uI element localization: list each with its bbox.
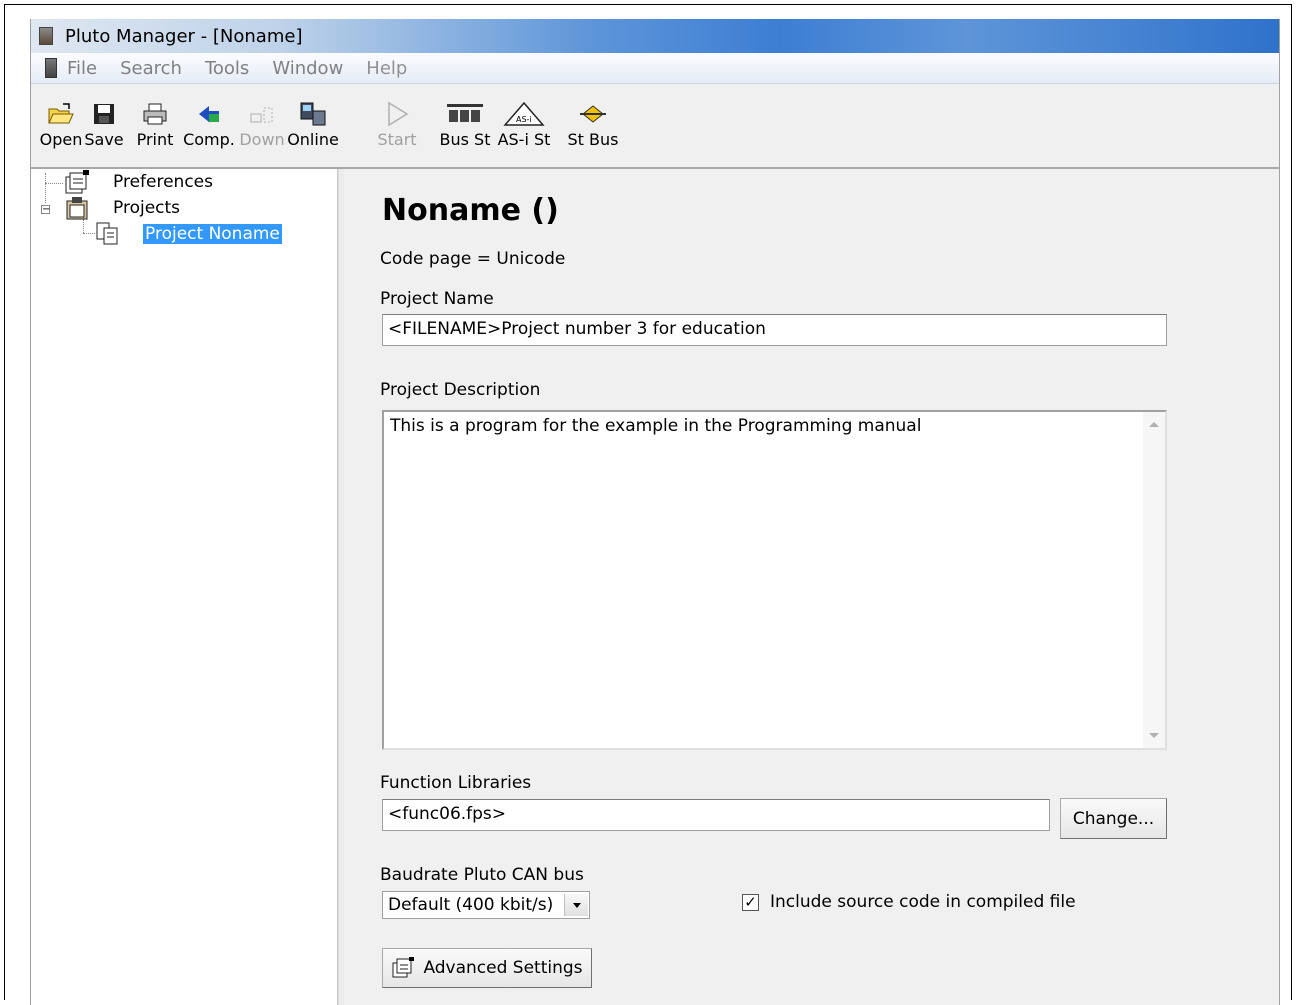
- open-label: Open: [39, 130, 83, 149]
- app-icon: [39, 27, 53, 45]
- open-button[interactable]: Open: [39, 98, 83, 149]
- projects-icon: [66, 197, 88, 220]
- tree-item-projects[interactable]: Projects: [63, 195, 180, 221]
- play-icon: [371, 98, 423, 130]
- projects-label: Projects: [113, 198, 181, 218]
- settings-icon: [392, 957, 415, 978]
- tree-connector: [83, 233, 95, 234]
- screenshot-frame: Pluto Manager - [Noname] File Search Too…: [4, 4, 1292, 1005]
- compile-button[interactable]: Comp.: [183, 98, 235, 149]
- change-button[interactable]: Change...: [1060, 798, 1167, 839]
- include-source-checkbox[interactable]: ✓: [742, 894, 759, 911]
- toolbar: Open Save Print Comp. Down Online Start …: [31, 84, 1279, 167]
- menu-bar: File Search Tools Window Help: [31, 53, 1279, 84]
- project-properties-panel: Noname () Code page = Unicode Project Na…: [344, 169, 1279, 1005]
- asi-status-label: AS-i St: [497, 130, 551, 149]
- advanced-settings-button[interactable]: Advanced Settings: [382, 948, 592, 988]
- title-bar[interactable]: Pluto Manager - [Noname]: [31, 19, 1279, 53]
- description-scrollbar[interactable]: [1143, 412, 1165, 748]
- baudrate-select[interactable]: Default (400 kbit/s): [382, 891, 590, 919]
- print-label: Print: [136, 130, 174, 149]
- save-label: Save: [84, 130, 124, 149]
- chevron-down-icon[interactable]: [564, 894, 588, 916]
- bus-status-button[interactable]: Bus St: [437, 98, 493, 149]
- include-source-label: Include source code in compiled file: [770, 892, 1076, 912]
- compile-icon: [183, 98, 235, 130]
- status-bus-icon: [565, 98, 621, 130]
- preferences-label: Preferences: [113, 172, 213, 192]
- project-tree: − Preferences Projects Project Noname: [31, 169, 338, 1005]
- scroll-down-icon[interactable]: [1149, 733, 1159, 738]
- collapse-icon[interactable]: −: [41, 205, 50, 215]
- compile-label: Comp.: [183, 130, 235, 149]
- function-libraries-label: Function Libraries: [380, 773, 532, 793]
- menu-tools[interactable]: Tools: [205, 58, 249, 79]
- download-button[interactable]: Down: [237, 98, 287, 149]
- svg-text:AS-i: AS-i: [516, 115, 532, 124]
- online-button[interactable]: Online: [287, 98, 339, 149]
- project-description-label: Project Description: [380, 380, 541, 400]
- project-name-input[interactable]: <FILENAME>Project number 3 for education: [382, 314, 1167, 346]
- menu-search[interactable]: Search: [120, 58, 182, 79]
- menu-window[interactable]: Window: [272, 58, 343, 79]
- document-menu-icon[interactable]: [45, 58, 57, 78]
- tree-connector: [45, 173, 46, 203]
- start-button[interactable]: Start: [371, 98, 423, 149]
- app-window: Pluto Manager - [Noname] File Search Too…: [30, 19, 1280, 1005]
- tree-item-preferences[interactable]: Preferences: [63, 169, 213, 195]
- print-button[interactable]: Print: [133, 98, 177, 149]
- asi-status-icon: AS-i: [495, 98, 553, 130]
- bus-status-icon: [437, 98, 493, 130]
- function-libraries-input[interactable]: <func06.fps>: [382, 799, 1050, 831]
- project-noname-label: Project Noname: [143, 224, 282, 244]
- project-description-text: This is a program for the example in the…: [390, 416, 922, 436]
- preferences-icon: [65, 170, 89, 194]
- code-page-text: Code page = Unicode: [380, 249, 566, 269]
- asi-status-button[interactable]: AS-i AS-i St: [495, 98, 553, 149]
- menu-file[interactable]: File: [67, 58, 97, 79]
- baudrate-value: Default (400 kbit/s): [388, 895, 554, 915]
- project-description-textarea[interactable]: This is a program for the example in the…: [382, 410, 1167, 750]
- window-title: Pluto Manager - [Noname]: [65, 25, 303, 47]
- printer-icon: [133, 98, 177, 130]
- save-button[interactable]: Save: [83, 98, 125, 149]
- menu-help[interactable]: Help: [366, 58, 407, 79]
- status-bus-label: St Bus: [567, 130, 619, 149]
- project-name-label: Project Name: [380, 289, 494, 309]
- status-bus-button[interactable]: St Bus: [565, 98, 621, 149]
- page-title: Noname (): [382, 193, 559, 228]
- download-icon: [237, 98, 287, 130]
- online-label: Online: [287, 130, 339, 149]
- advanced-settings-label: Advanced Settings: [423, 958, 583, 978]
- start-label: Start: [377, 130, 417, 149]
- save-disk-icon: [83, 98, 125, 130]
- scroll-up-icon[interactable]: [1149, 422, 1159, 427]
- download-label: Down: [239, 130, 285, 149]
- baudrate-label: Baudrate Pluto CAN bus: [380, 865, 584, 885]
- tree-connector: [45, 183, 63, 184]
- open-folder-icon: [39, 98, 83, 130]
- online-icon: [287, 98, 339, 130]
- tree-item-project-noname[interactable]: Project Noname: [95, 221, 282, 247]
- tree-connector: [83, 219, 84, 233]
- bus-status-label: Bus St: [439, 130, 491, 149]
- project-file-icon: [96, 222, 118, 245]
